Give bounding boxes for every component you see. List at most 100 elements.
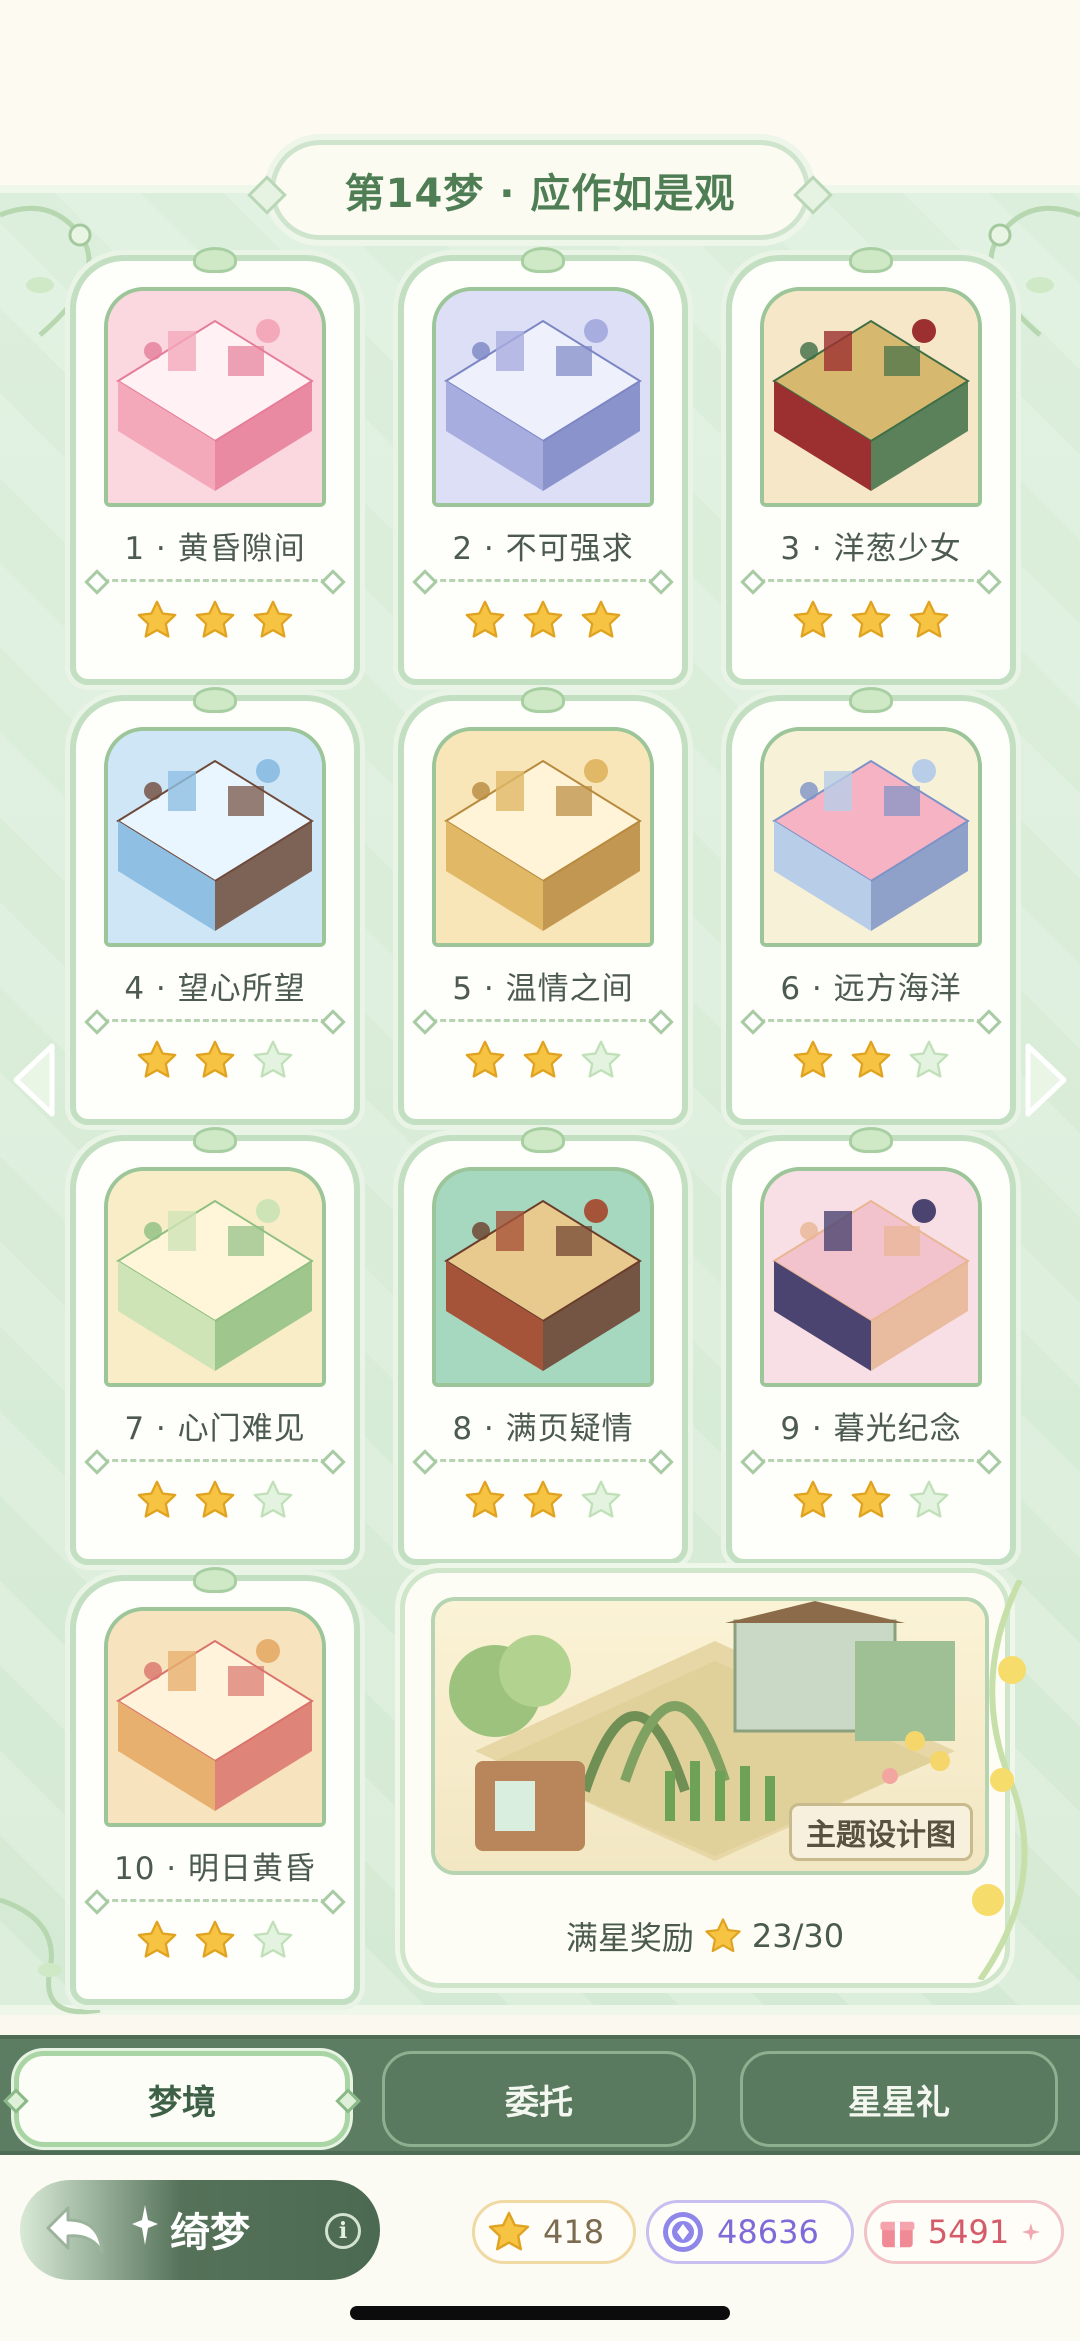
star-empty-icon: [250, 1917, 296, 1963]
star-empty-icon: [250, 1037, 296, 1083]
tab-label: 委托: [505, 2082, 573, 2123]
star-filled-icon: [520, 1037, 566, 1083]
star-empty-icon: [578, 1477, 624, 1523]
star-currency[interactable]: 418: [472, 2200, 636, 2264]
gem-count: 48636: [717, 2213, 819, 2251]
level-thumbnail[interactable]: [104, 287, 326, 507]
room-illustration: [108, 731, 322, 943]
room-illustration: [436, 291, 650, 503]
leaf-ornament: [849, 247, 893, 273]
level-card[interactable]: 5 · 温情之间: [398, 687, 688, 1125]
star-count: 418: [543, 2213, 605, 2251]
star-filled-icon: [192, 597, 238, 643]
dashed-divider: [750, 579, 992, 582]
level-name: 8 · 满页疑情: [452, 1411, 634, 1447]
leaf-ornament: [849, 687, 893, 713]
level-thumbnail[interactable]: [104, 1167, 326, 1387]
star-filled-icon: [520, 1477, 566, 1523]
gem-currency[interactable]: 48636: [646, 2200, 854, 2264]
gift-currency[interactable]: 5491: [864, 2200, 1064, 2264]
level-thumbnail[interactable]: [760, 727, 982, 947]
level-card[interactable]: 7 · 心门难见: [70, 1127, 360, 1565]
tab-ornament: [335, 2088, 361, 2114]
dashed-divider: [422, 579, 664, 582]
star-filled-icon: [192, 1477, 238, 1523]
star-filled-icon: [134, 1917, 180, 1963]
dashed-divider: [94, 1899, 336, 1902]
star-rating: [404, 597, 682, 643]
leaf-ornament: [521, 247, 565, 273]
next-chapter-arrow-icon[interactable]: [1020, 1040, 1072, 1120]
level-name: 4 · 望心所望: [124, 971, 306, 1007]
level-thumbnail[interactable]: [760, 1167, 982, 1387]
star-filled-icon: [134, 1037, 180, 1083]
level-card[interactable]: 9 · 暮光纪念: [726, 1127, 1016, 1565]
level-card[interactable]: 10 · 明日黄昏: [70, 1567, 360, 2005]
level-name: 9 · 暮光纪念: [780, 1411, 962, 1447]
theme-design-card[interactable]: 主题设计图 满星奖励 23/30: [400, 1568, 1010, 1988]
star-empty-icon: [906, 1037, 952, 1083]
level-thumbnail[interactable]: [104, 1607, 326, 1827]
star-icon: [488, 2211, 530, 2251]
room-illustration: [436, 731, 650, 943]
leaf-ornament: [193, 247, 237, 273]
star-filled-icon: [462, 1037, 508, 1083]
theme-design-preview[interactable]: 主题设计图: [431, 1597, 989, 1875]
home-indicator: [350, 2306, 730, 2320]
level-card[interactable]: 8 · 满页疑情: [398, 1127, 688, 1565]
level-name: 10 · 明日黄昏: [113, 1851, 316, 1887]
full-star-reward[interactable]: 满星奖励 23/30: [405, 1913, 1005, 1959]
level-thumbnail[interactable]: [760, 287, 982, 507]
level-card[interactable]: 6 · 远方海洋: [726, 687, 1016, 1125]
room-illustration: [764, 291, 978, 503]
star-rating: [76, 1917, 354, 1963]
chapter-title: 第14梦 · 应作如是观: [344, 171, 736, 217]
dashed-divider: [94, 1019, 336, 1022]
level-card[interactable]: 1 · 黄昏隙间: [70, 247, 360, 685]
room-illustration: [108, 1611, 322, 1823]
level-name: 6 · 远方海洋: [780, 971, 962, 1007]
previous-chapter-arrow-icon[interactable]: [8, 1040, 60, 1120]
reward-progress: 23/30: [751, 1917, 845, 1955]
tab-label: 星星礼: [848, 2082, 950, 2123]
star-filled-icon: [520, 597, 566, 643]
tab-dream[interactable]: 梦境: [3, 2051, 361, 2147]
star-filled-icon: [790, 1477, 836, 1523]
star-rating: [404, 1037, 682, 1083]
level-card[interactable]: 3 · 洋葱少女: [726, 247, 1016, 685]
info-button[interactable]: i: [325, 2213, 361, 2249]
star-filled-icon: [462, 597, 508, 643]
star-filled-icon: [848, 1477, 894, 1523]
level-thumbnail[interactable]: [432, 287, 654, 507]
leaf-ornament: [521, 1127, 565, 1153]
gift-icon: [880, 2221, 915, 2248]
back-button[interactable]: [30, 2185, 120, 2275]
tab-commission[interactable]: 委托: [382, 2051, 696, 2147]
gem-icon: [663, 2212, 703, 2252]
sparkle-icon: [1022, 2223, 1041, 2241]
leaf-ornament: [193, 687, 237, 713]
star-icon: [702, 1915, 744, 1957]
back-arrow-icon: [46, 2206, 104, 2254]
star-filled-icon: [134, 597, 180, 643]
sparkle-icon: [132, 2205, 158, 2245]
leaf-ornament: [193, 1127, 237, 1153]
star-filled-icon: [848, 597, 894, 643]
level-thumbnail[interactable]: [104, 727, 326, 947]
chapter-title-plate: 第14梦 · 应作如是观: [247, 140, 833, 240]
star-empty-icon: [578, 1037, 624, 1083]
tab-star-gift[interactable]: 星星礼: [740, 2051, 1058, 2147]
level-thumbnail[interactable]: [432, 727, 654, 947]
level-card[interactable]: 4 · 望心所望: [70, 687, 360, 1125]
level-thumbnail[interactable]: [432, 1167, 654, 1387]
star-filled-icon: [192, 1037, 238, 1083]
star-rating: [732, 597, 1010, 643]
room-illustration: [108, 291, 322, 503]
dashed-divider: [94, 1459, 336, 1462]
level-name: 2 · 不可强求: [452, 531, 634, 567]
star-rating: [732, 1477, 1010, 1523]
star-rating: [732, 1037, 1010, 1083]
level-card[interactable]: 2 · 不可强求: [398, 247, 688, 685]
level-name: 1 · 黄昏隙间: [124, 531, 306, 567]
star-filled-icon: [578, 597, 624, 643]
